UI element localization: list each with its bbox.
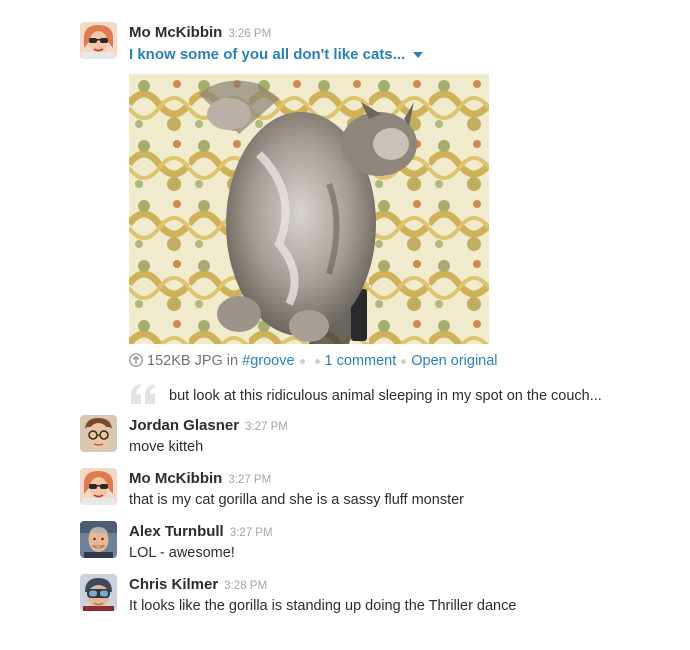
message-text: that is my cat gorilla and she is a sass… [129, 492, 464, 508]
author-name[interactable]: Jordan Glasner [129, 417, 239, 434]
chevron-down-icon[interactable] [413, 52, 424, 59]
file-in-label: in [226, 353, 239, 369]
avatar[interactable] [80, 521, 117, 558]
avatar[interactable] [80, 574, 117, 611]
message-header: Mo McKibbin 3:27 PM [129, 468, 679, 490]
cat-photo[interactable] [129, 74, 489, 344]
message-header: Mo McKibbin 3:26 PM [129, 22, 679, 44]
message-header: Jordan Glasner 3:27 PM [129, 415, 679, 437]
timestamp[interactable]: 3:28 PM [224, 580, 267, 592]
timestamp[interactable]: 3:27 PM [245, 421, 288, 433]
timestamp[interactable]: 3:27 PM [230, 527, 273, 539]
message-text: move kitteh [129, 439, 204, 455]
message-file-share: Mo McKibbin 3:26 PM I know some of you al… [80, 22, 680, 404]
separator-dot [401, 358, 407, 364]
author-name[interactable]: Mo McKibbin [129, 470, 222, 487]
quote-icon [129, 382, 159, 414]
file-title[interactable]: I know some of you all don't like cats..… [129, 46, 405, 63]
file-comment: but look at this ridiculous animal sleep… [129, 382, 602, 406]
file-title-link[interactable]: I know some of you all don't like cats..… [129, 44, 679, 66]
author-name[interactable]: Chris Kilmer [129, 576, 218, 593]
avatar[interactable] [80, 22, 117, 59]
open-original-link[interactable]: Open original [411, 353, 497, 369]
separator-dot [314, 358, 320, 364]
message-header: Alex Turnbull 3:27 PM [129, 521, 679, 543]
channel-link[interactable]: #groove [242, 353, 294, 369]
comments-link[interactable]: 1 comment [325, 353, 397, 369]
avatar[interactable] [80, 415, 117, 452]
separator-dot [299, 358, 305, 364]
file-size: 152KB JPG [147, 353, 223, 369]
message: Jordan Glasner 3:27 PM move kitteh [80, 415, 680, 457]
comment-text: but look at this ridiculous animal sleep… [169, 388, 602, 404]
timestamp[interactable]: 3:26 PM [228, 28, 271, 40]
upload-icon [129, 352, 143, 374]
message-text: LOL - awesome! [129, 545, 235, 561]
author-name[interactable]: Alex Turnbull [129, 523, 224, 540]
message: Chris Kilmer 3:28 PM It looks like the go… [80, 574, 680, 616]
message-header: Chris Kilmer 3:28 PM [129, 574, 679, 596]
file-meta: 152KB JPG in #groove 1 comment Open origin… [129, 350, 498, 372]
message: Mo McKibbin 3:27 PM that is my cat gorill… [80, 468, 680, 510]
message-text: It looks like the gorilla is standing up… [129, 598, 517, 614]
message: Alex Turnbull 3:27 PM LOL - awesome! [80, 521, 680, 563]
timestamp[interactable]: 3:27 PM [228, 474, 271, 486]
avatar[interactable] [80, 468, 117, 505]
author-name[interactable]: Mo McKibbin [129, 24, 222, 41]
